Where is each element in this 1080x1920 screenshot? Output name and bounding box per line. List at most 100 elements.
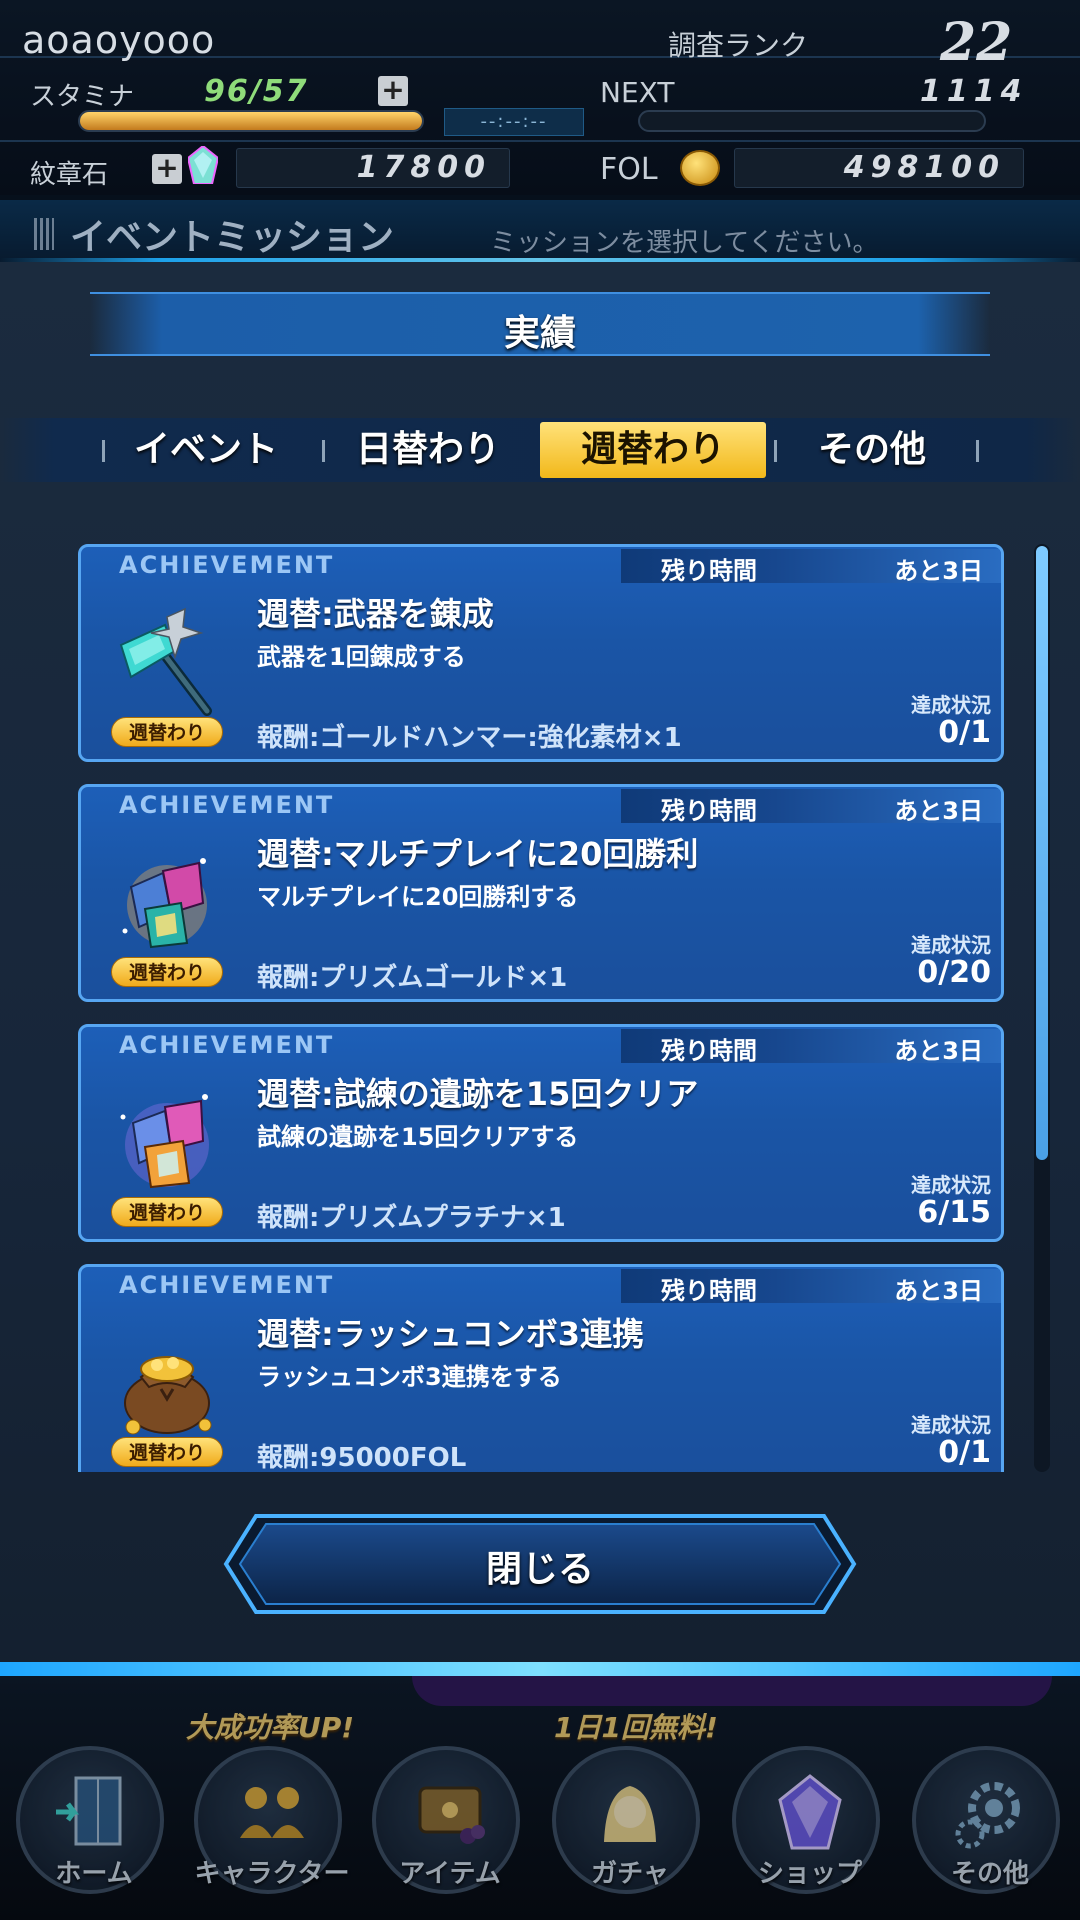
nav-label: その他 xyxy=(950,1859,1029,1889)
time-remaining-label: 残り時間 xyxy=(661,1277,757,1305)
weekly-badge: 週替わり xyxy=(111,1197,223,1227)
achievement-modal: 実績 イベント 日替わり 週替わり その他 ACHIEVEMENT 残り時間 あ… xyxy=(0,262,1080,1680)
nav-label: ショップ xyxy=(757,1859,862,1889)
progress-label: 達成状況 xyxy=(911,1173,991,1197)
crest-gem-icon xyxy=(188,146,218,184)
bottom-nav: 大成功率UP! 1日1回無料! ホーム キャラクター アイテム ガチャ ショップ… xyxy=(0,1676,1080,1920)
achievement-card[interactable]: ACHIEVEMENT 残り時間 あと3日 週替わり 週替:マルチプレイに20回… xyxy=(78,784,1004,1002)
shop-icon xyxy=(778,1774,842,1850)
header-stripes xyxy=(34,218,54,250)
achievement-reward: 報酬:プリズムゴールド×1 xyxy=(257,963,568,993)
nav-character[interactable]: キャラクター xyxy=(194,1746,349,1894)
nav-label: ガチャ xyxy=(591,1859,669,1889)
prism-gold-icon xyxy=(122,858,207,949)
tab-event[interactable]: イベント xyxy=(96,422,316,478)
stamina-bar xyxy=(78,110,424,132)
time-remaining-value: あと3日 xyxy=(894,797,983,825)
achievement-tag: ACHIEVEMENT xyxy=(119,1271,335,1299)
progress-label: 達成状況 xyxy=(911,1413,991,1437)
achievement-description: マルチプレイに20回勝利する xyxy=(257,883,579,911)
gacha-icon xyxy=(604,1786,656,1842)
achievement-title: 週替:試練の遺跡を15回クリア xyxy=(257,1075,699,1113)
nav-other[interactable]: その他 xyxy=(912,1746,1060,1894)
achievement-title: 週替:武器を錬成 xyxy=(257,595,494,633)
achievement-description: ラッシュコンボ3連携をする xyxy=(257,1363,562,1391)
achievement-reward: 報酬:ゴールドハンマー:強化素材×1 xyxy=(257,723,682,753)
nav-label: アイテム xyxy=(399,1859,501,1889)
tab-weekly[interactable]: 週替わり xyxy=(540,422,766,478)
progress-value: 0/20 xyxy=(917,955,991,990)
achievement-description: 試練の遺跡を15回クリアする xyxy=(257,1123,579,1151)
achievement-reward: 報酬:プリズムプラチナ×1 xyxy=(257,1203,566,1233)
weekly-badge: 週替わり xyxy=(111,717,223,747)
crest-stone-label: 紋章石 xyxy=(30,160,109,190)
time-remaining-label: 残り時間 xyxy=(661,1037,757,1065)
achievement-tag: ACHIEVEMENT xyxy=(119,551,335,579)
modal-title: 実績 xyxy=(503,313,576,354)
achievement-tag: ACHIEVEMENT xyxy=(119,1031,335,1059)
time-remaining-value: あと3日 xyxy=(894,557,983,585)
nav-item[interactable]: アイテム xyxy=(372,1746,520,1894)
close-button-label: 閉じる xyxy=(485,1549,594,1590)
nav-label: ホーム xyxy=(55,1859,133,1889)
time-remaining-value: あと3日 xyxy=(894,1037,983,1065)
hammer-icon xyxy=(119,607,212,716)
tab-separator xyxy=(976,440,979,462)
list-scrollbar-thumb[interactable] xyxy=(1036,546,1048,1160)
achievement-title: 週替:マルチプレイに20回勝利 xyxy=(257,835,699,873)
nav-shop[interactable]: ショップ xyxy=(732,1746,880,1894)
progress-value: 0/1 xyxy=(938,715,991,750)
time-remaining-label: 残り時間 xyxy=(661,557,757,585)
close-button[interactable]: 閉じる xyxy=(222,1512,858,1616)
time-remaining-value: あと3日 xyxy=(894,1277,983,1305)
coin-bag-icon xyxy=(124,1356,212,1435)
achievement-description: 武器を1回錬成する xyxy=(257,643,466,671)
home-icon xyxy=(56,1776,122,1846)
stamina-label: スタミナ xyxy=(30,82,135,112)
gear-icon xyxy=(955,1782,1020,1849)
achievement-card[interactable]: ACHIEVEMENT 残り時間 あと3日 週替わり 週替:ラッシュコンボ3連携… xyxy=(78,1264,1004,1472)
rank-value: 22 xyxy=(940,12,1013,73)
progress-label: 達成状況 xyxy=(911,933,991,957)
promo-gacha-label: 1日1回無料! xyxy=(554,1711,718,1744)
coin-icon xyxy=(680,150,720,186)
fol-value: 498100 xyxy=(734,148,1024,188)
prism-platinum-icon xyxy=(120,1094,209,1189)
status-bar: aoaoyooo 調査ランク 22 スタミナ 96/57 + --:--:-- … xyxy=(0,0,1080,195)
next-value: 1114 xyxy=(920,74,1028,109)
achievement-card[interactable]: ACHIEVEMENT 残り時間 あと3日 週替わり 週替:試練の遺跡を15回ク… xyxy=(78,1024,1004,1242)
character-icon xyxy=(240,1787,304,1838)
nav-gacha[interactable]: ガチャ xyxy=(552,1746,700,1894)
fol-label: FOL xyxy=(600,152,658,187)
achievement-reward: 報酬:95000FOL xyxy=(257,1443,467,1472)
stamina-value: 96/57 xyxy=(204,74,309,109)
modal-bottom-glow xyxy=(0,1662,1080,1676)
progress-value: 6/15 xyxy=(917,1195,991,1230)
divider xyxy=(0,140,1080,142)
exp-bar xyxy=(638,110,986,132)
weekly-badge: 週替わり xyxy=(111,1437,223,1467)
event-mission-header: イベントミッション ミッションを選択してください。 xyxy=(0,200,1080,270)
time-remaining-label: 残り時間 xyxy=(661,797,757,825)
event-mission-title: イベントミッション xyxy=(70,217,395,258)
tab-bar: イベント 日替わり 週替わり その他 xyxy=(0,418,1080,482)
achievement-title: 週替:ラッシュコンボ3連携 xyxy=(257,1315,645,1353)
player-name: aoaoyooo xyxy=(22,18,216,62)
crest-plus-button[interactable]: + xyxy=(152,154,182,184)
nav-label: キャラクター xyxy=(194,1859,350,1889)
tab-daily[interactable]: 日替わり xyxy=(318,422,538,478)
item-icon xyxy=(418,1786,485,1844)
modal-heading-bar: 実績 xyxy=(90,292,990,356)
stamina-plus-button[interactable]: + xyxy=(378,76,408,106)
progress-label: 達成状況 xyxy=(911,693,991,717)
weekly-badge: 週替わり xyxy=(111,957,223,987)
nav-home[interactable]: ホーム xyxy=(16,1746,164,1894)
achievement-card[interactable]: ACHIEVEMENT 残り時間 あと3日 週替わり 週替:武器を錬成 武器を1… xyxy=(78,544,1004,762)
progress-value: 0/1 xyxy=(938,1435,991,1470)
stamina-bar-fill xyxy=(80,112,422,130)
achievement-tag: ACHIEVEMENT xyxy=(119,791,335,819)
achievement-list[interactable]: ACHIEVEMENT 残り時間 あと3日 週替わり 週替:武器を錬成 武器を1… xyxy=(78,544,1004,1472)
mission-select-hint: ミッションを選択してください。 xyxy=(490,228,879,258)
tab-other[interactable]: その他 xyxy=(762,422,982,478)
stamina-timer: --:--:-- xyxy=(444,108,584,136)
